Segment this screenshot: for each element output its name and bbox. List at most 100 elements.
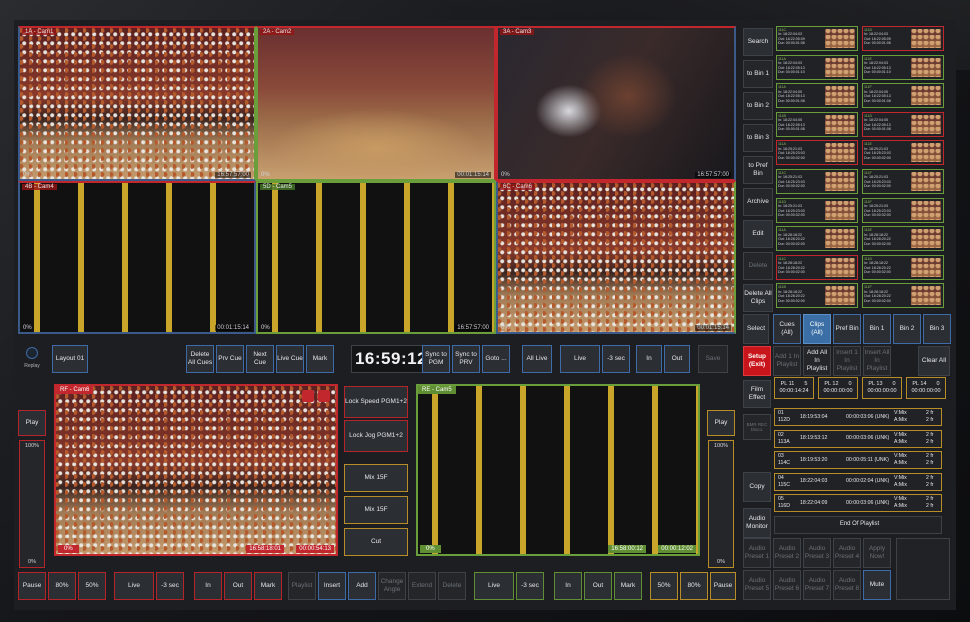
pgm-speed-slider[interactable]: 100% 0% [19, 440, 45, 568]
clip-item[interactable]: 111A In: 18:28:18:22 Out: 18:28:20:22 Dur: … [776, 226, 858, 252]
playlist-item[interactable]: 05 116D 18:22:04:09 00:00:03:06 (UNK) V:Mix A… [774, 494, 942, 512]
prv-minus-3-sec-button[interactable]: -3 sec [516, 572, 544, 600]
goto-button[interactable]: Goto ... [482, 345, 510, 373]
playlist-item[interactable]: 01 112D 18:19:53:04 00:00:03:06 (UNK) V:Mix A… [774, 408, 942, 426]
audio-preset-5-button[interactable]: Audio Preset 5 [743, 570, 771, 600]
prv-pause-button[interactable]: Pause [710, 572, 736, 600]
pgm-p-icon[interactable] [302, 390, 314, 402]
playlist-item[interactable]: 03 114C 18:19:53:20 00:00:05:11 (UNK) V:Mix A… [774, 451, 942, 469]
clip-item[interactable]: 111D In: 18:22:04:05 Out: 18:22:05:13 Dur: … [862, 111, 944, 137]
clip-item[interactable]: 111A In: 18:22:04:03 Out: 18:22:05:13 Dur: … [776, 54, 858, 80]
film-effect-button[interactable]: Film Effect [743, 380, 771, 408]
clips-all-tab[interactable]: Clips (All) [803, 314, 831, 344]
replay-control[interactable]: Replay [18, 345, 46, 373]
pgm-viewer[interactable]: RF - Cam6 0% 16:58:18:01 00:00:54:13 [54, 384, 338, 556]
prev-cue-button[interactable]: Prv Cue [216, 345, 244, 373]
prv-mark-button[interactable]: Mark [614, 572, 642, 600]
playlist-12[interactable]: PL 12 0 00:00:00:00 [818, 377, 858, 399]
clip-item[interactable]: 111D In: 18:25:21:03 Out: 18:25:23:03 Dur: … [776, 197, 858, 223]
clip-item[interactable]: 111F In: 18:28:18:22 Out: 18:28:20:22 Dur: … [862, 283, 944, 309]
mix-15f-button-1[interactable]: Mix 15F [344, 464, 408, 492]
apply-now-button[interactable]: Apply Now! [863, 538, 891, 568]
prv-speed-slider[interactable]: 100% 0% [708, 440, 734, 568]
clip-item[interactable]: 111B In: 18:22:04:05 Out: 18:22:05:13 Dur: … [776, 111, 858, 137]
add-button[interactable]: Add [348, 572, 376, 600]
audio-monitor-button[interactable]: Audio Monitor [743, 508, 771, 538]
audio-preset-7-button[interactable]: Audio Preset 7 [803, 570, 831, 600]
audio-preset-6-button[interactable]: Audio Preset 6 [773, 570, 801, 600]
live-cue-button[interactable]: Live Cue [276, 345, 304, 373]
out-button[interactable]: Out [664, 345, 690, 373]
in-button[interactable]: In [636, 345, 662, 373]
pgm-record-icon[interactable] [318, 390, 330, 402]
playlist-14[interactable]: PL 14 0 00:00:00:00 [906, 377, 946, 399]
to-bin-2-button[interactable]: to Bin 2 [743, 92, 773, 120]
bin-3-tab[interactable]: Bin 3 [923, 314, 951, 344]
prv-play-button[interactable]: Play [707, 410, 735, 436]
to-pref-bin-button[interactable]: to Pref Bin [743, 156, 773, 184]
cut-button[interactable]: Cut [344, 528, 408, 556]
add-one-to-playlist-button[interactable]: Add 1 In Playlist [773, 346, 801, 376]
audio-preset-4-button[interactable]: Audio Preset 4 [833, 538, 861, 568]
pgm-live-button[interactable]: Live [114, 572, 154, 600]
delete-all-cues-button[interactable]: Delete All Cues [186, 345, 214, 373]
pref-bin-tab[interactable]: Pref Bin [833, 314, 861, 344]
camera-tile-2[interactable]: 2A - Cam2 0% 00:01:15:14 [256, 26, 496, 181]
insert-button[interactable]: Insert [318, 572, 346, 600]
setup-exit-button[interactable]: Setup (Exit) [743, 346, 771, 376]
live-button[interactable]: Live [560, 345, 600, 373]
clip-item[interactable]: 111A In: 18:22:04:05 Out: 18:22:05:13 Dur: … [776, 83, 858, 109]
select-button[interactable]: Select [743, 314, 769, 344]
audio-preset-8-button[interactable]: Audio Preset 8 [833, 570, 861, 600]
clip-item[interactable]: 111C In: 18:28:18:22 Out: 18:28:20:22 Dur: … [776, 254, 858, 280]
camera-tile-3[interactable]: 3A - Cam3 0% 16:57:57:00 [496, 26, 736, 181]
clip-item[interactable]: 111C In: 18:25:21:03 Out: 18:25:23:03 Dur: … [776, 169, 858, 194]
bin-2-tab[interactable]: Bin 2 [893, 314, 921, 344]
pgm-play-button[interactable]: Play [18, 410, 46, 436]
all-live-button[interactable]: All Live [522, 345, 552, 373]
search-button[interactable]: Search [743, 28, 773, 56]
to-bin-3-button[interactable]: to Bin 3 [743, 124, 773, 152]
minus-3-sec-button[interactable]: -3 sec [602, 345, 630, 373]
clip-item[interactable]: 111D In: 18:22:04:03 Out: 18:22:05:09 Dur: … [862, 26, 944, 51]
clear-all-button[interactable]: Clear All [918, 346, 950, 376]
prv-50-button[interactable]: 50% [650, 572, 678, 600]
audio-preset-2-button[interactable]: Audio Preset 2 [773, 538, 801, 568]
change-angle-button[interactable]: Change Angle [378, 572, 406, 600]
pgm-50-button[interactable]: 50% [78, 572, 106, 600]
playlist-13[interactable]: PL 13 0 00:00:00:00 [862, 377, 902, 399]
clip-item[interactable]: 111E In: 18:25:21:03 Out: 18:25:23:03 Dur: … [862, 140, 944, 166]
mark-button[interactable]: Mark [306, 345, 334, 373]
prv-live-button[interactable]: Live [474, 572, 514, 600]
lock-jog-button[interactable]: Lock Jog PGM1+2 [344, 420, 408, 452]
prv-out-button[interactable]: Out [584, 572, 612, 600]
cues-all-tab[interactable]: Cues (All) [773, 314, 801, 344]
bmr-rec-button[interactable]: BMR REC Disco. [743, 414, 771, 440]
prv-viewer[interactable]: RE - Cam5 0% 16:58:00:12 00:00:12:02 [416, 384, 700, 556]
clip-item[interactable]: 111D In: 18:28:18:22 Out: 18:28:20:22 Dur: … [862, 254, 944, 280]
clip-item[interactable]: 111F In: 18:22:04:05 Out: 18:22:05:13 Dur: … [862, 83, 944, 109]
pgm-pause-button[interactable]: Pause [18, 572, 46, 600]
insert-one-to-playlist-button[interactable]: Insert 1 In Playlist [833, 346, 861, 376]
to-bin-1-button[interactable]: to Bin 1 [743, 60, 773, 88]
layout-button[interactable]: Layout 01 [52, 345, 88, 373]
camera-tile-4[interactable]: 4B - Cam4 0% 00:01:15:14 [18, 181, 256, 334]
audio-preset-1-button[interactable]: Audio Preset 1 [743, 538, 771, 568]
camera-tile-5[interactable]: 5D - Cam5 0% 16:57:57:00 [256, 181, 496, 334]
edit-button[interactable]: Edit [743, 220, 773, 248]
pgm-minus-3-sec-button[interactable]: -3 sec [156, 572, 184, 600]
delete-all-clips-button[interactable]: Delete All Clips [743, 284, 773, 312]
copy-button[interactable]: Copy [743, 472, 771, 502]
sync-pgm-button[interactable]: Sync to PGM [422, 345, 450, 373]
extend-button[interactable]: Extend [408, 572, 436, 600]
sync-prv-button[interactable]: Sync to PRV [452, 345, 480, 373]
clip-item[interactable]: 111B In: 18:28:18:22 Out: 18:28:20:22 Dur: … [776, 283, 858, 309]
clip-item[interactable]: 111E In: 18:22:04:03 Out: 18:22:05:13 Dur: … [862, 54, 944, 80]
audio-preset-3-button[interactable]: Audio Preset 3 [803, 538, 831, 568]
camera-tile-6[interactable]: 6C - Cam6 0% 00:01:15:14 [496, 181, 736, 334]
insert-all-to-playlist-button[interactable]: Insert All In Playlist [863, 346, 891, 376]
camera-tile-1[interactable]: 1A - Cam1 0% 16:57:57:00 [18, 26, 256, 181]
playlist-item[interactable]: 04 115C 18:22:04:03 00:00:02:04 (UNK) V:Mix A… [774, 472, 942, 491]
mute-button[interactable]: Mute [863, 570, 891, 600]
playlist-item[interactable]: 02 113A 18:19:53:12 00:00:03:06 (UNK) V:Mix A… [774, 429, 942, 448]
